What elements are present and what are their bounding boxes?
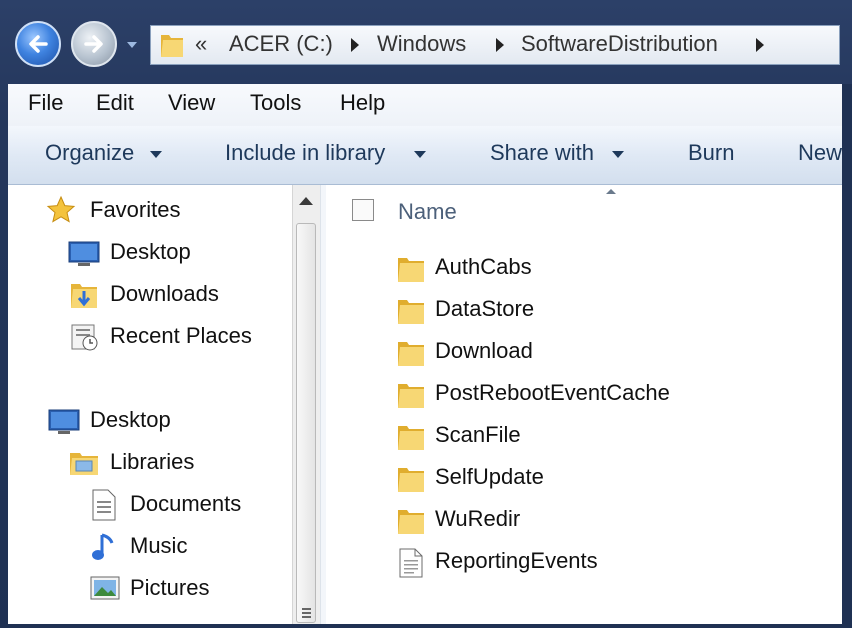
forward-arrow-icon (84, 35, 103, 53)
item-name: Download (435, 338, 533, 363)
menu-tools[interactable]: Tools (250, 90, 301, 116)
nav-favorites[interactable]: Favorites (90, 197, 180, 223)
address-overflow-chevron[interactable]: « (195, 31, 207, 57)
nav-pane-scrollbar[interactable] (292, 185, 320, 624)
chevron-down-icon (414, 151, 426, 158)
recent-pages-dropdown-icon[interactable] (126, 40, 138, 50)
command-bar: Organize Include in library Share with B… (8, 126, 842, 185)
desktop-icon (48, 409, 80, 434)
explorer-window: File Edit View Tools Help Organize Inclu… (8, 84, 842, 624)
nav-favorites-recent-places[interactable]: Recent Places (110, 323, 252, 349)
scroll-grip-icon (302, 608, 311, 610)
breadcrumb-acer-c[interactable]: ACER (C:) (229, 31, 333, 57)
sort-ascending-icon (606, 189, 616, 194)
nav-libraries-documents[interactable]: Documents (130, 491, 241, 517)
scroll-up-arrow-icon[interactable] (299, 197, 313, 205)
file-list: Name AuthCabs DataStore Download PostReb… (326, 185, 842, 624)
new-folder-button[interactable]: New (798, 140, 842, 166)
folder-icon (398, 258, 424, 282)
music-note-icon (92, 533, 114, 560)
item-name: WuRedir (435, 506, 521, 531)
downloads-icon (71, 284, 97, 308)
star-icon (46, 195, 76, 223)
select-all-checkbox[interactable] (352, 199, 374, 221)
folder-icon (398, 300, 424, 324)
item-name: SelfUpdate (435, 464, 544, 489)
menu-view[interactable]: View (168, 90, 215, 116)
folder-icon (398, 426, 424, 450)
recent-places-icon (71, 324, 98, 351)
item-name: AuthCabs (435, 254, 532, 279)
chevron-down-icon (612, 151, 624, 158)
breadcrumb-separator-icon[interactable] (496, 38, 504, 52)
folder-icon (398, 342, 424, 366)
title-bar: « ACER (C:) Windows SoftwareDistribution (0, 0, 852, 84)
folder-icon (398, 510, 424, 534)
folder-icon (161, 35, 183, 57)
menu-help[interactable]: Help (340, 90, 385, 116)
pictures-icon (90, 576, 120, 600)
nav-libraries[interactable]: Libraries (110, 449, 194, 475)
breadcrumb-separator-icon[interactable] (756, 38, 764, 52)
burn-button[interactable]: Burn (688, 140, 734, 166)
folder-icon (398, 468, 424, 492)
item-name: ScanFile (435, 422, 521, 447)
window-border (842, 84, 852, 628)
text-document-icon (399, 548, 423, 578)
back-arrow-icon (29, 35, 48, 53)
column-header-name[interactable]: Name (398, 199, 457, 225)
documents-icon (92, 489, 116, 521)
desktop-icon (68, 241, 100, 266)
nav-favorites-downloads[interactable]: Downloads (110, 281, 219, 307)
item-name: DataStore (435, 296, 535, 321)
navigation-pane: Favorites Desktop Downloads Recent Place… (8, 185, 292, 624)
share-with-button[interactable]: Share with (490, 140, 594, 166)
chevron-down-icon (150, 151, 162, 158)
breadcrumb-windows[interactable]: Windows (377, 31, 466, 57)
nav-favorites-desktop[interactable]: Desktop (110, 239, 191, 265)
breadcrumb-softwaredistribution[interactable]: SoftwareDistribution (521, 31, 718, 57)
menu-edit[interactable]: Edit (96, 90, 134, 116)
organize-button[interactable]: Organize (45, 140, 134, 166)
scroll-thumb[interactable] (296, 223, 316, 623)
nav-libraries-music[interactable]: Music (130, 533, 187, 559)
include-in-library-button[interactable]: Include in library (225, 140, 385, 166)
address-bar[interactable]: « ACER (C:) Windows SoftwareDistribution (150, 25, 840, 65)
breadcrumb-separator-icon[interactable] (351, 38, 359, 52)
item-name: PostRebootEventCache (435, 380, 670, 405)
folder-icon (398, 384, 424, 408)
libraries-icon (70, 453, 98, 475)
forward-button[interactable] (71, 21, 117, 67)
nav-desktop[interactable]: Desktop (90, 407, 171, 433)
nav-libraries-pictures[interactable]: Pictures (130, 575, 209, 601)
back-button[interactable] (15, 21, 61, 67)
menu-file[interactable]: File (28, 90, 63, 116)
menu-bar: File Edit View Tools Help (8, 84, 842, 127)
item-name: ReportingEvents (435, 548, 598, 573)
